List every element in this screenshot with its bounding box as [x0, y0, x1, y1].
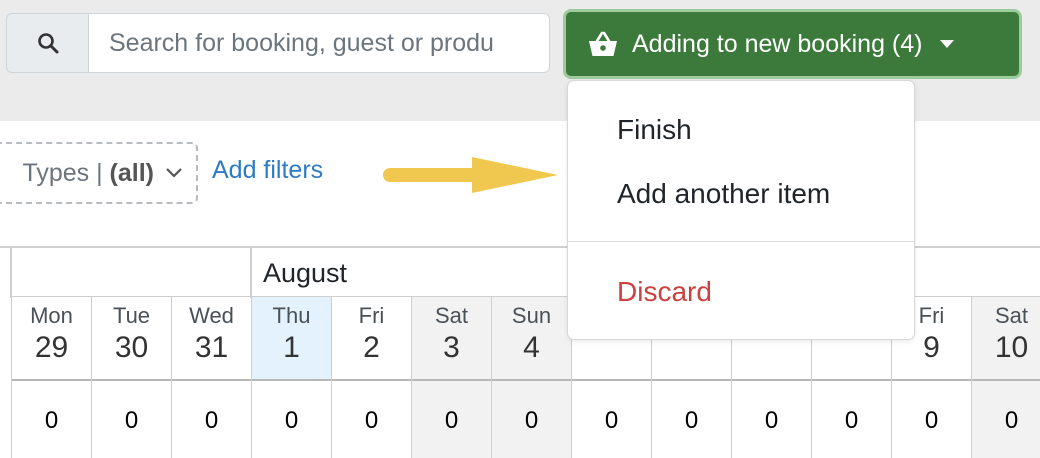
availability-count: 0: [124, 407, 139, 434]
day-name: Sat: [994, 303, 1029, 328]
month-divider: [10, 248, 12, 298]
availability-count: 0: [444, 407, 459, 434]
day-column[interactable]: Mon 29 0: [11, 296, 91, 458]
day-number: 10: [994, 331, 1029, 364]
month-divider: [250, 248, 252, 298]
availability-count: 0: [284, 407, 299, 434]
day-number: 31: [194, 331, 229, 364]
types-filter-chip[interactable]: Types | (all): [0, 142, 198, 204]
finish-menu-item[interactable]: Finish: [617, 114, 692, 146]
day-number: 3: [443, 331, 460, 364]
day-column[interactable]: Fri 2 0: [331, 296, 411, 458]
day-number: 1: [283, 331, 300, 364]
search-icon: [37, 33, 58, 54]
chevron-down-icon: [166, 168, 182, 178]
day-header: Sat 10: [972, 297, 1040, 381]
availability-count: 0: [204, 407, 219, 434]
add-another-item-menu-item[interactable]: Add another item: [617, 178, 830, 210]
booking-dropdown-menu: Finish Add another item Discard: [567, 80, 915, 340]
day-column[interactable]: Sat 3 0: [411, 296, 491, 458]
day-header: Thu 1: [252, 297, 331, 381]
day-name: Wed: [189, 303, 234, 328]
day-header: Wed 31: [172, 297, 251, 381]
day-header: Sun 4: [492, 297, 571, 381]
day-name: Thu: [272, 303, 311, 328]
day-name: Sat: [434, 303, 469, 328]
day-column[interactable]: Sat 10 0: [971, 296, 1040, 458]
day-number: 2: [363, 331, 380, 364]
annotation-arrow-icon: [383, 157, 558, 193]
day-column[interactable]: Wed 31 0: [171, 296, 251, 458]
availability-count: 0: [684, 407, 699, 434]
day-column[interactable]: Sun 4 0: [491, 296, 571, 458]
booking-button-label: Adding to new booking (4): [632, 29, 923, 58]
month-label: August: [263, 258, 348, 288]
day-number: 29: [34, 331, 69, 364]
availability-count: 0: [764, 407, 779, 434]
day-name: Mon: [30, 303, 73, 328]
basket-icon: [589, 31, 617, 56]
menu-divider: [568, 241, 914, 242]
day-name: Fri: [358, 303, 385, 328]
search-input[interactable]: [88, 13, 550, 73]
adding-to-booking-button[interactable]: Adding to new booking (4): [563, 9, 1022, 79]
search-button[interactable]: [6, 13, 88, 73]
day-number: 4: [523, 331, 540, 364]
availability-count: 0: [924, 407, 939, 434]
day-header: Sat 3: [412, 297, 491, 381]
day-name: Tue: [112, 303, 151, 328]
day-number: 30: [114, 331, 149, 364]
discard-menu-item[interactable]: Discard: [617, 276, 712, 308]
availability-count: 0: [844, 407, 859, 434]
filter-chip-label: Types | (all): [22, 158, 154, 187]
availability-count: 0: [1004, 407, 1019, 434]
add-filters-link[interactable]: Add filters: [212, 156, 323, 185]
day-header: Fri 2: [332, 297, 411, 381]
availability-count: 0: [524, 407, 539, 434]
availability-count: 0: [364, 407, 379, 434]
day-column[interactable]: Thu 1 0: [251, 296, 331, 458]
day-header: Tue 30: [92, 297, 171, 381]
availability-count: 0: [604, 407, 619, 434]
day-header: Mon 29: [12, 297, 91, 381]
availability-count: 0: [44, 407, 59, 434]
chevron-down-icon: [940, 40, 955, 48]
day-name: Sun: [511, 303, 552, 328]
day-column[interactable]: Tue 30 0: [91, 296, 171, 458]
